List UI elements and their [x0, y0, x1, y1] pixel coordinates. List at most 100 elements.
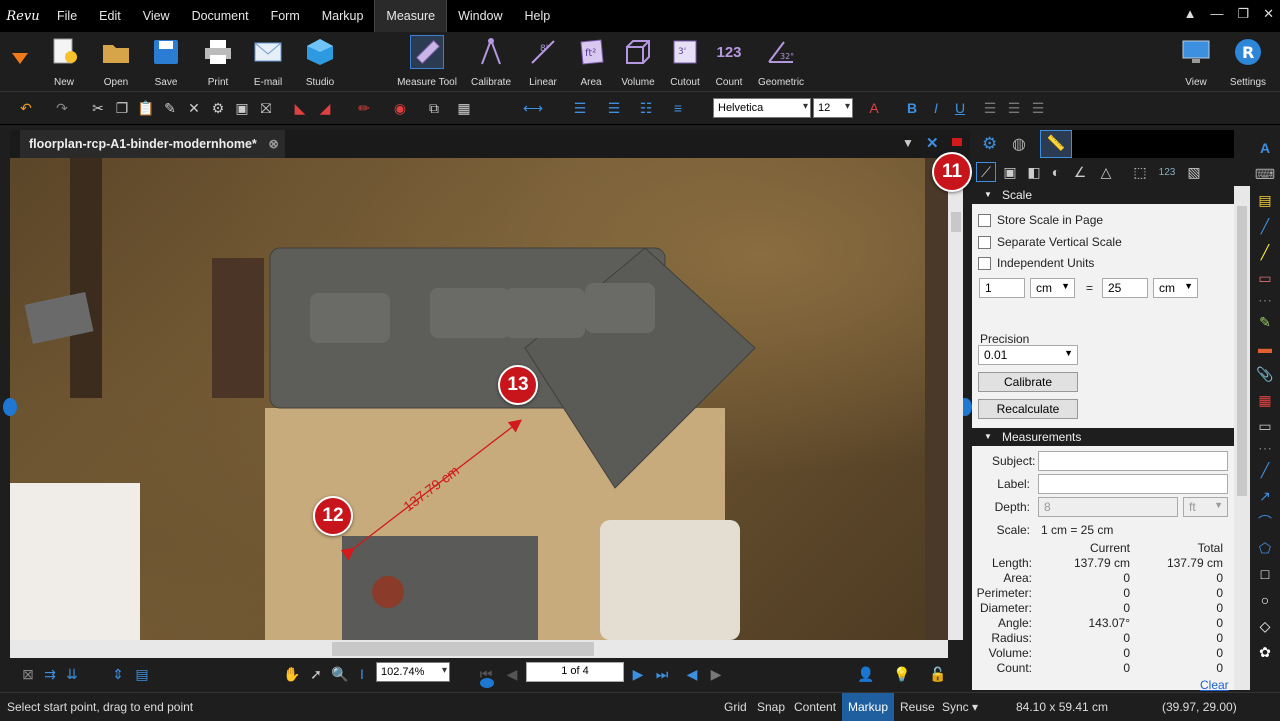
precision-select[interactable]: 0.01 ▼ [978, 345, 1078, 365]
zoom-select[interactable]: 102.74% [376, 662, 450, 682]
previous-page-icon[interactable]: ◀ [502, 664, 522, 684]
menu-document[interactable]: Document [181, 0, 260, 32]
ellipse-tool-icon[interactable]: ○ [1255, 590, 1275, 610]
line-end-icon[interactable]: ☰ [604, 98, 624, 118]
reuse-toggle[interactable]: Reuse [894, 693, 941, 721]
rectangle-tool-icon[interactable]: □ [1255, 564, 1275, 584]
panel-calibrate-icon[interactable]: ⟋ [976, 162, 996, 182]
horizontal-scroll-thumb[interactable] [332, 642, 594, 656]
sync-toggle[interactable]: Sync ▾ [936, 693, 984, 721]
close-icon[interactable]: ✕ [1263, 6, 1274, 22]
panel-scrollbar[interactable] [1234, 186, 1250, 690]
tab-list-chevron-icon[interactable]: ▼ [902, 136, 914, 150]
markup-properties-icon[interactable]: ⚙ [208, 98, 228, 118]
snap-toggle[interactable]: Snap [751, 693, 791, 721]
bottom-panel-handle[interactable] [480, 678, 494, 688]
count-button[interactable]: 123 Count [699, 36, 759, 90]
left-panel-handle[interactable] [3, 398, 17, 416]
dash-style-icon[interactable]: ☷ [636, 98, 656, 118]
last-page-icon[interactable]: ⏭ [652, 664, 672, 684]
scale-left-value-input[interactable]: 1 [979, 278, 1025, 298]
scale-section-header[interactable]: Scale [972, 186, 1234, 204]
panel-count-icon[interactable]: 123 [1154, 162, 1180, 182]
line-color-icon[interactable]: ✏ [354, 98, 374, 118]
depth-input[interactable]: 8 [1038, 497, 1178, 517]
line-arrow-icon[interactable]: ⟷ [500, 98, 566, 118]
italic-icon[interactable]: I [926, 98, 946, 118]
shape-tool-icon[interactable]: ✿ [1255, 642, 1275, 662]
panel-cutout-icon[interactable]: ▧ [1184, 162, 1204, 182]
independent-units-box[interactable] [978, 256, 991, 270]
line-tool-icon[interactable]: ╱ [1255, 460, 1275, 480]
view-button[interactable]: View [1166, 36, 1226, 90]
panel-polyline-icon[interactable]: △ [1096, 162, 1116, 182]
attachment-icon[interactable]: 📎 [1255, 364, 1275, 384]
minimize-icon[interactable]: — [1210, 6, 1223, 22]
text-tool-icon[interactable]: A [1255, 138, 1275, 158]
user-icon[interactable]: 👤 [856, 664, 876, 684]
callout-icon[interactable]: ▭ [1255, 416, 1275, 436]
align-right-icon[interactable]: ☰ [1028, 98, 1048, 118]
document-tab[interactable]: floorplan-rcp-A1-binder-modernhome* ⊗ [20, 130, 285, 158]
menu-view[interactable]: View [132, 0, 181, 32]
highlighter-icon[interactable]: ╱ [1255, 242, 1275, 262]
sync-down-icon[interactable]: ⇊ [62, 664, 82, 684]
paste-icon[interactable]: 📋 [136, 98, 156, 118]
menu-edit[interactable]: Edit [88, 0, 132, 32]
stamp-icon[interactable]: ▬ [1255, 338, 1275, 358]
menu-measure[interactable]: Measure [374, 0, 448, 32]
lock-icon[interactable]: 🔓 [928, 664, 948, 684]
menu-markup[interactable]: Markup [311, 0, 375, 32]
studio-button[interactable]: Studio [290, 36, 350, 90]
fit-page-icon[interactable]: ▤ [132, 664, 152, 684]
bold-icon[interactable]: B [902, 98, 922, 118]
independent-units-checkbox[interactable]: Independent Units [978, 256, 1094, 270]
select-arrow-icon[interactable]: ➚ [306, 664, 326, 684]
properties-tab-gear-icon[interactable]: ⚙ [982, 134, 997, 154]
opacity-icon[interactable]: ⧉ [424, 98, 444, 118]
cloud-tool-icon[interactable]: ◇ [1255, 616, 1275, 636]
clear-link[interactable]: Clear [1200, 678, 1229, 692]
align-left-icon[interactable]: ☰ [980, 98, 1000, 118]
document-canvas[interactable]: 137.79 cm 12 13 [10, 158, 948, 640]
lightbulb-icon[interactable]: 💡 [892, 664, 912, 684]
subject-input[interactable] [1038, 451, 1228, 471]
redo-icon[interactable]: ↷ [52, 98, 72, 118]
next-page-icon[interactable]: ▶ [628, 664, 648, 684]
thumbnail-icon[interactable]: ⊠ [18, 664, 38, 684]
fit-width-icon[interactable]: ⇕ [108, 664, 128, 684]
vertical-scrollbar[interactable] [948, 158, 963, 640]
menu-file[interactable]: File [46, 0, 88, 32]
ribbon-collapse-icon[interactable]: ▲ [1184, 6, 1197, 22]
panel-area-icon[interactable]: ◧ [1024, 162, 1044, 182]
sync-left-icon[interactable]: ⇉ [40, 664, 60, 684]
horizontal-scrollbar[interactable] [10, 640, 948, 658]
font-family-select[interactable]: Helvetica [713, 98, 811, 118]
measure-tool-button[interactable]: Measure Tool [397, 35, 457, 90]
menu-help[interactable]: Help [514, 0, 562, 32]
page-number-field[interactable]: 1 of 4 [526, 662, 624, 682]
text-color-icon[interactable]: A [864, 98, 884, 118]
select-text-icon[interactable]: I [352, 664, 372, 684]
maximize-icon[interactable]: ❐ [1237, 6, 1249, 22]
hatch-icon[interactable]: ▦ [454, 98, 474, 118]
markup-toggle[interactable]: Markup [842, 693, 895, 721]
align-center-icon[interactable]: ☰ [1004, 98, 1024, 118]
save-button[interactable]: Save [136, 36, 196, 90]
line-style-icon[interactable]: ◣ [290, 98, 310, 118]
globe-tab-icon[interactable]: ◍ [1012, 134, 1026, 154]
previous-view-icon[interactable]: ◀ [682, 664, 702, 684]
line-start-icon[interactable]: ☰ [570, 98, 590, 118]
underline-icon[interactable]: U [950, 98, 970, 118]
store-scale-box[interactable] [978, 213, 991, 227]
copy-icon[interactable]: ❐ [112, 98, 132, 118]
panel-diameter-icon[interactable]: ◐ [1046, 162, 1066, 182]
scale-left-unit-select[interactable]: cm ▼ [1030, 278, 1075, 298]
recalculate-button[interactable]: Recalculate [978, 399, 1078, 419]
measurements-tab-ruler-icon[interactable]: 📏 [1040, 130, 1072, 158]
separate-vertical-box[interactable] [978, 235, 991, 249]
zoom-icon[interactable]: 🔍 [330, 664, 350, 684]
store-scale-checkbox[interactable]: Store Scale in Page [978, 213, 1103, 227]
content-toggle[interactable]: Content [788, 693, 842, 721]
highlight-tool-icon[interactable]: ✎ [1255, 312, 1275, 332]
